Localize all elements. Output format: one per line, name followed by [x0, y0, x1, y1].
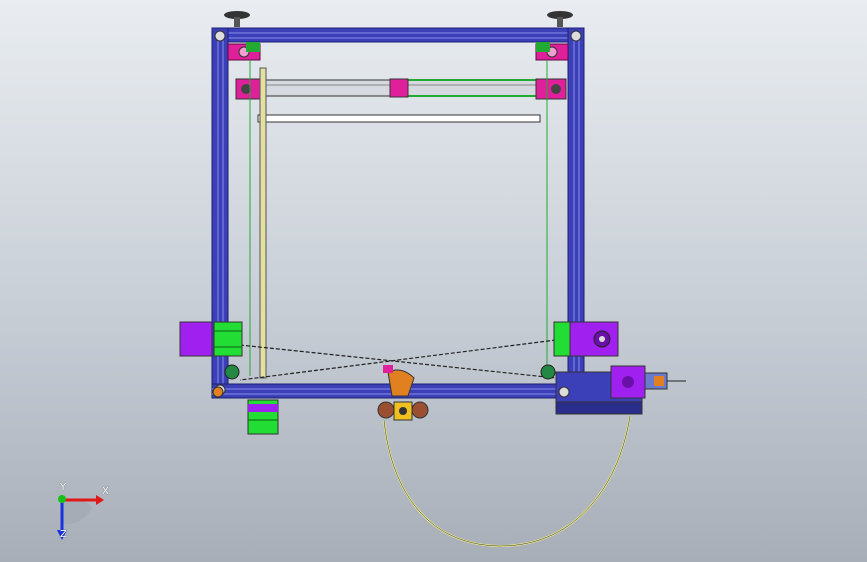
y-axis-label: Y: [60, 482, 67, 493]
cad-viewport[interactable]: X Y Z: [0, 0, 867, 562]
top-frame-extrusion[interactable]: [211, 27, 585, 43]
x-axis-label: X: [102, 486, 109, 497]
filament-tube: [383, 415, 631, 548]
extruder-motor[interactable]: [555, 365, 686, 415]
bottom-stepper-motor[interactable]: [247, 399, 279, 435]
top-idler-brackets[interactable]: [227, 42, 569, 61]
printer-assembly-model[interactable]: [0, 0, 867, 562]
orientation-triad[interactable]: X Y Z: [52, 482, 112, 546]
z-guide-rods[interactable]: [249, 60, 548, 379]
leveling-feet: [224, 11, 573, 27]
y-crossbar[interactable]: [257, 114, 541, 123]
right-stepper-motor[interactable]: [553, 321, 619, 357]
x-gantry[interactable]: [235, 78, 567, 100]
left-stepper-motor[interactable]: [179, 321, 243, 357]
y-axis-arrow: [58, 495, 66, 503]
z-axis-label: Z: [60, 529, 67, 540]
